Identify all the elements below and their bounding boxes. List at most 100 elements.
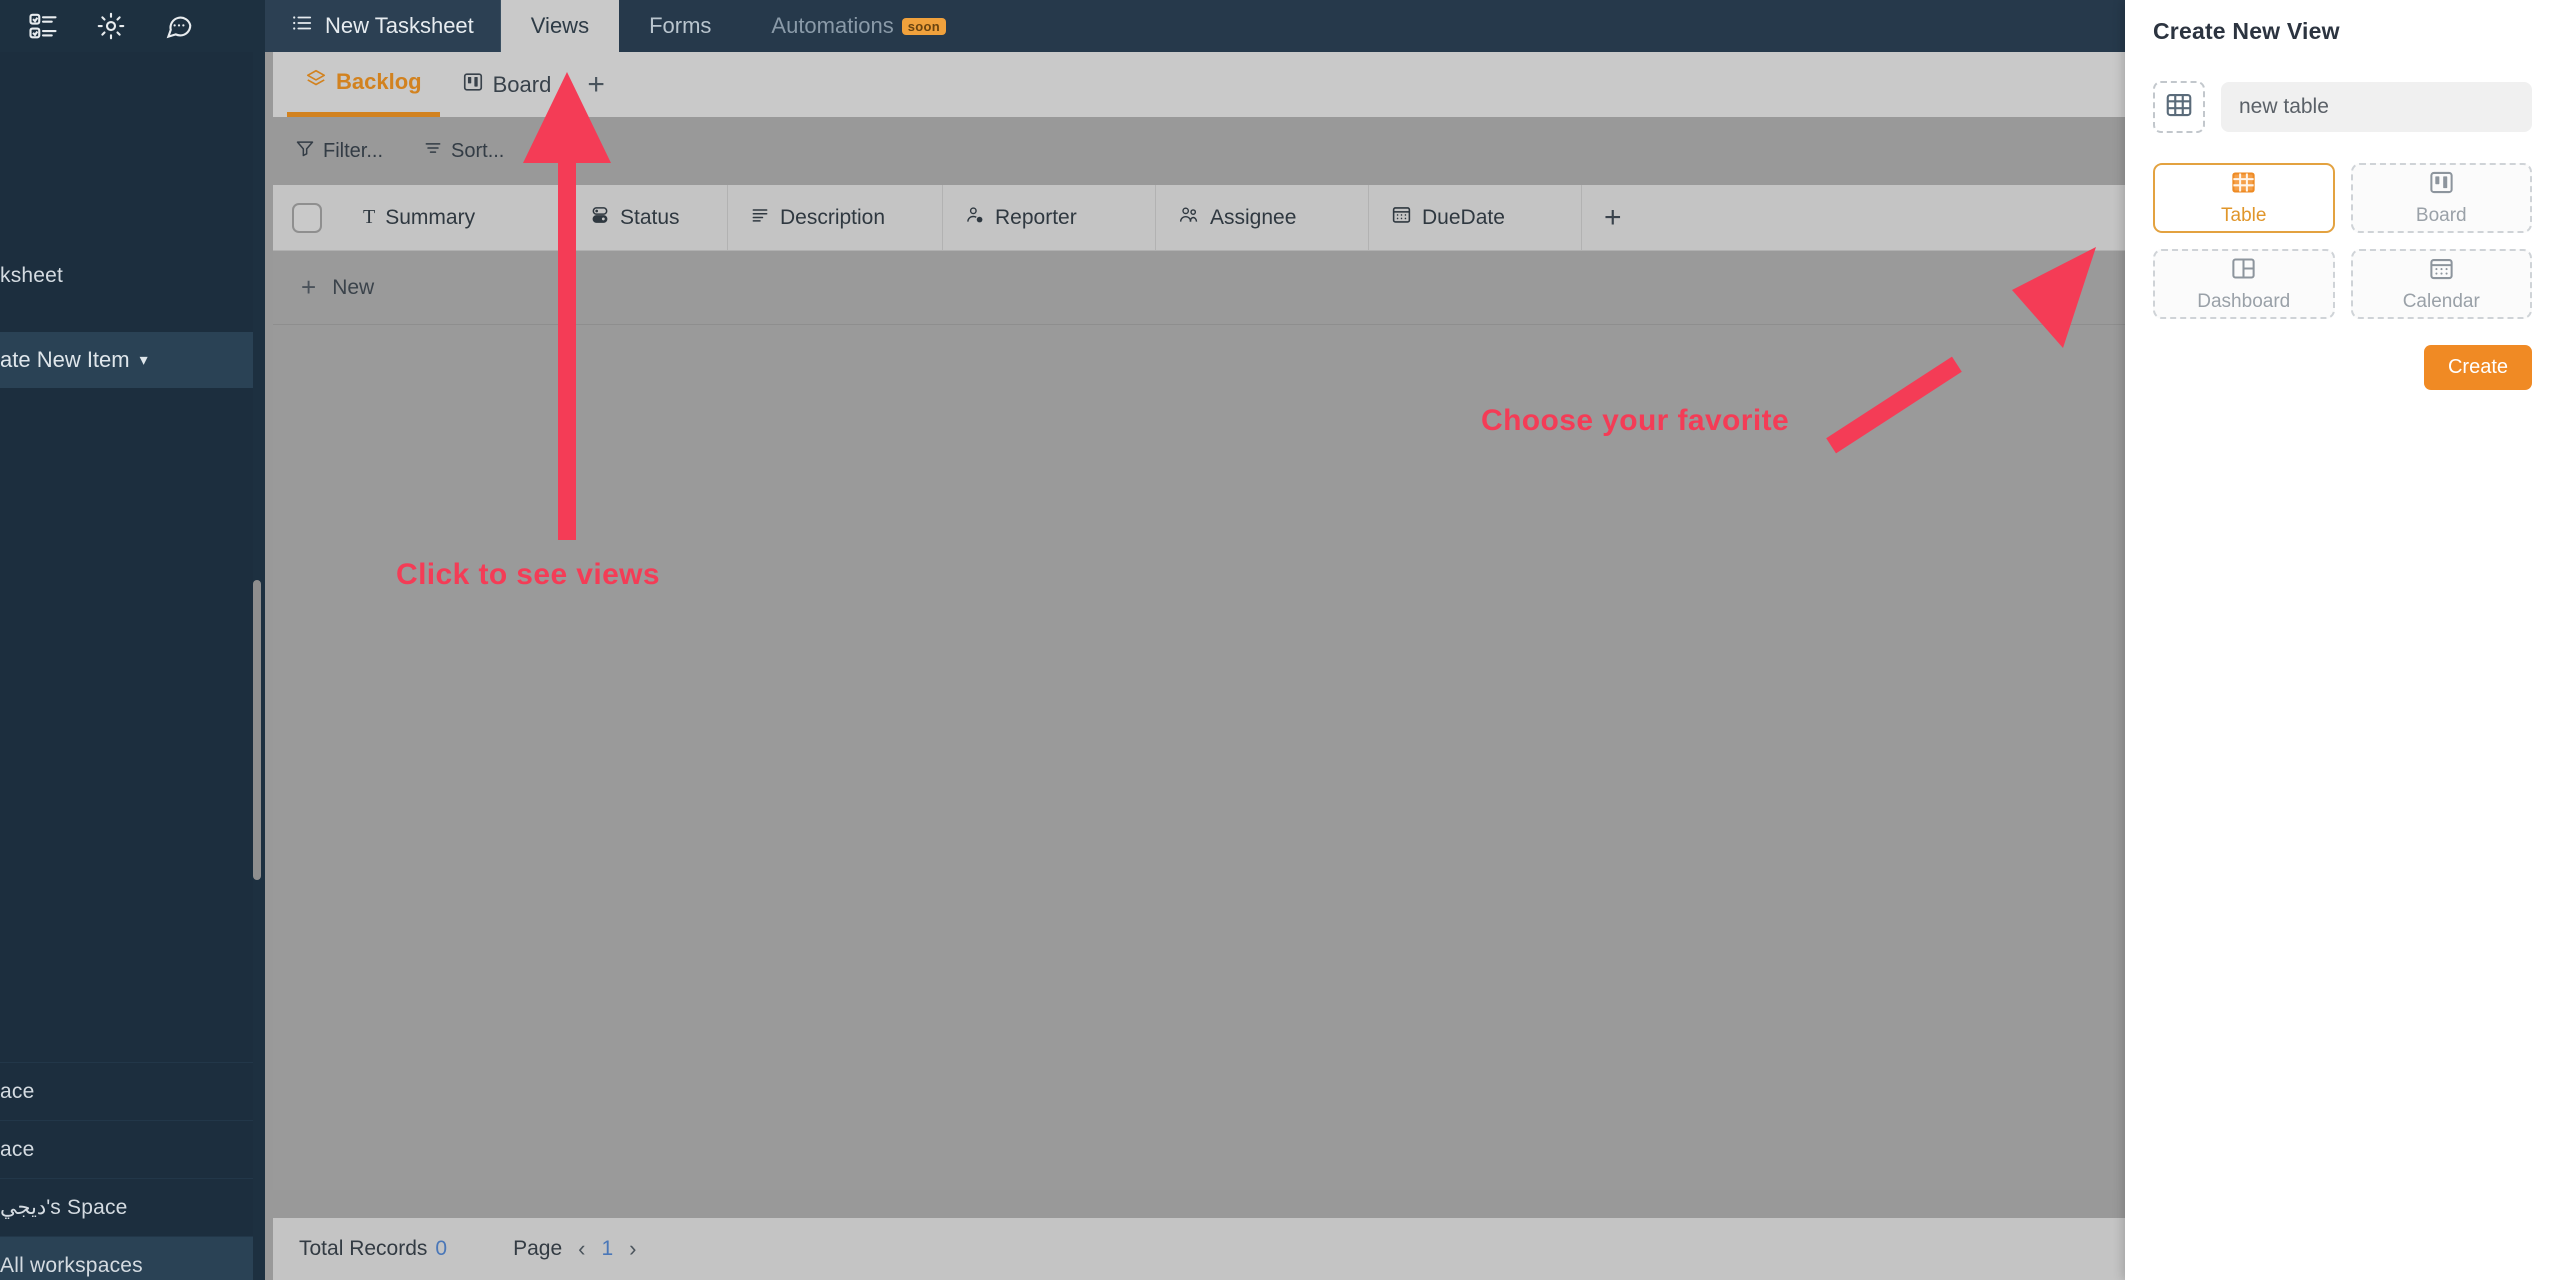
view-name-row (2153, 81, 2532, 133)
view-type-calendar-label: Calendar (2402, 291, 2480, 312)
filter-icon (295, 138, 315, 164)
sidebar-item-label: ديجي's Space (0, 1196, 128, 1219)
column-header-duedate[interactable]: DueDate (1369, 185, 1582, 250)
total-records-label: Total Records (299, 1237, 428, 1260)
select-all-cell[interactable] (273, 185, 341, 250)
tab-forms-label: Forms (649, 13, 712, 38)
new-row-plus-icon: + (301, 272, 317, 302)
column-header-summary[interactable]: T Summary (341, 185, 568, 250)
sort-button[interactable]: Sort... (423, 138, 504, 164)
sidebar-workspace-title[interactable]: ksheet (0, 247, 253, 305)
view-type-board-label: Board (2415, 205, 2467, 226)
top-bar: New Tasksheet Views Forms Automations so… (265, 0, 2125, 52)
sidebar-item-all-workspaces[interactable]: All workspaces (0, 1236, 253, 1280)
column-header-status-label: Status (620, 205, 680, 229)
pagination: Page ‹ 1 › (513, 1236, 636, 1262)
table-footer: Total Records 0 Page ‹ 1 › (273, 1218, 2125, 1280)
sidebar-item-label: ace (0, 1137, 35, 1161)
chat-icon[interactable] (164, 11, 194, 41)
tab-views[interactable]: Views (500, 0, 620, 52)
status-icon (590, 205, 610, 231)
next-page-button[interactable]: › (629, 1236, 636, 1262)
create-new-item-button[interactable]: ate New Item ▾ (0, 332, 253, 388)
main-content: Backlog Board + Filter... Sort... T Summ… (265, 52, 2125, 1280)
view-type-table-label: Table (2221, 205, 2267, 226)
view-tab-backlog-label: Backlog (336, 69, 422, 94)
view-type-dashboard[interactable]: Dashboard (2153, 249, 2335, 319)
table-header-row: T Summary Status Description Reporter As… (273, 185, 2125, 251)
left-sidebar: ksheet ate New Item ▾ ace ace ديجي's Spa… (0, 0, 265, 1280)
select-all-checkbox[interactable] (292, 202, 322, 233)
view-tab-board-label: Board (492, 71, 552, 97)
user-check-icon (965, 205, 985, 231)
panel-title: Create New View (2153, 18, 2340, 44)
chevron-down-icon: ▾ (139, 352, 148, 369)
column-header-description[interactable]: Description (728, 185, 943, 250)
column-header-reporter-label: Reporter (995, 205, 1077, 229)
view-tab-backlog[interactable]: Backlog (287, 52, 440, 117)
view-name-input[interactable] (2221, 82, 2532, 132)
filter-label: Filter... (323, 139, 384, 162)
add-view-button[interactable]: + (573, 69, 619, 100)
column-header-reporter[interactable]: Reporter (943, 185, 1156, 250)
tab-automations[interactable]: Automations soon (741, 0, 976, 52)
dashboard-icon (2230, 255, 2257, 287)
sidebar-item-space-1[interactable]: ace (0, 1062, 253, 1120)
total-records: Total Records 0 (299, 1237, 447, 1261)
tab-forms[interactable]: Forms (619, 0, 741, 52)
calendar-icon (1391, 204, 1412, 231)
calendar-icon (2428, 255, 2455, 287)
filter-sort-bar: Filter... Sort... (273, 117, 2125, 185)
users-icon (1178, 205, 1200, 231)
sidebar-item-space-3[interactable]: ديجي's Space (0, 1178, 253, 1236)
view-type-table[interactable]: Table (2153, 163, 2335, 233)
column-header-assignee-label: Assignee (1210, 205, 1297, 229)
column-header-assignee[interactable]: Assignee (1156, 185, 1369, 250)
sheet-name-label: New Tasksheet (325, 13, 474, 38)
column-header-summary-label: Summary (385, 205, 476, 229)
board-icon (462, 71, 484, 99)
sidebar-icon-row (0, 0, 265, 52)
table-icon (2230, 169, 2257, 201)
new-row-label: New (332, 275, 375, 299)
sidebar-item-label: All workspaces (0, 1253, 143, 1277)
annotation-click-to-see-views: Click to see views (396, 558, 661, 591)
sidebar-item-label: ace (0, 1079, 35, 1103)
view-tab-board[interactable]: Board (444, 52, 570, 117)
app-root: ksheet ate New Item ▾ ace ace ديجي's Spa… (0, 0, 2560, 1280)
column-header-status[interactable]: Status (568, 185, 728, 250)
view-tab-strip: Backlog Board + (273, 52, 2125, 117)
gear-icon[interactable] (96, 11, 126, 41)
tab-views-label: Views (530, 13, 590, 38)
filter-button[interactable]: Filter... (295, 138, 383, 164)
tasklist-icon[interactable] (28, 11, 58, 41)
page-label: Page (513, 1237, 563, 1260)
total-records-value: 0 (435, 1237, 448, 1260)
data-table: T Summary Status Description Reporter As… (273, 185, 2125, 1190)
create-new-item-label: ate New Item (0, 347, 130, 372)
board-icon (2428, 169, 2455, 201)
column-header-duedate-label: DueDate (1422, 205, 1505, 229)
create-new-view-panel: Create New View new table Table Board Da… (2125, 0, 2560, 1280)
sort-label: Sort... (451, 139, 505, 162)
soon-badge: soon (901, 17, 946, 35)
create-view-button[interactable]: Create (2423, 345, 2532, 390)
tab-automations-label: Automations (771, 13, 894, 38)
sidebar-item-space-2[interactable]: ace (0, 1120, 253, 1178)
current-page-value[interactable]: 1 (601, 1237, 613, 1261)
view-type-calendar[interactable]: Calendar (2350, 249, 2532, 319)
create-button-row: Create (2153, 345, 2532, 390)
table-icon (2164, 90, 2194, 125)
prev-page-button[interactable]: ‹ (578, 1236, 585, 1262)
view-type-dashboard-label: Dashboard (2197, 291, 2291, 312)
table-new-row[interactable]: + New (273, 251, 2125, 325)
view-type-board[interactable]: Board (2350, 163, 2532, 233)
text-icon: T (363, 206, 376, 228)
add-column-button[interactable]: + (1582, 185, 1672, 250)
view-icon-picker[interactable] (2153, 81, 2205, 133)
annotation-choose-your-favorite: Choose your favorite (1481, 404, 1790, 437)
sidebar-scrollbar[interactable] (253, 580, 261, 880)
sheet-name-tab[interactable]: New Tasksheet (265, 0, 501, 52)
view-type-grid: Table Board Dashboard Calendar (2153, 163, 2532, 319)
sort-icon (423, 138, 443, 164)
